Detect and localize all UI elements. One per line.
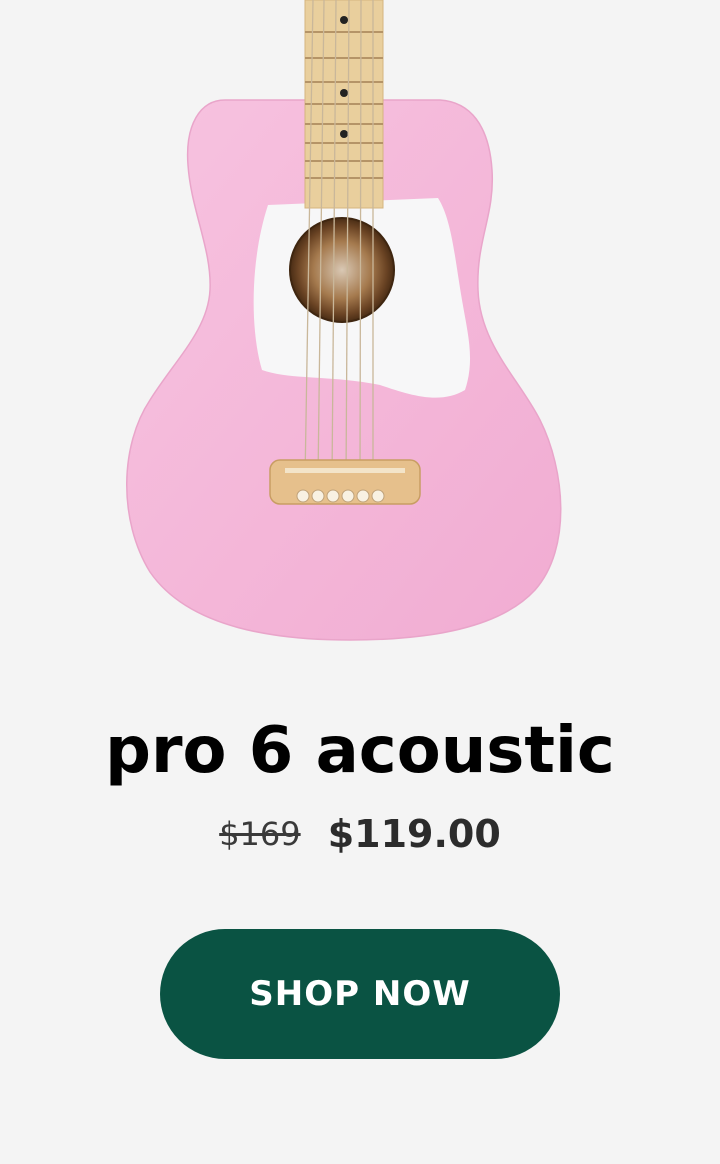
shop-now-button[interactable]: SHOP NOW — [160, 929, 560, 1059]
sale-price: $119.00 — [327, 812, 501, 856]
pink-acoustic-guitar-icon — [126, 0, 562, 641]
product-image — [0, 0, 720, 660]
original-price: $169 — [219, 815, 301, 853]
product-title: pro 6 acoustic — [105, 714, 615, 788]
price-row: $169 $119.00 — [0, 812, 720, 868]
